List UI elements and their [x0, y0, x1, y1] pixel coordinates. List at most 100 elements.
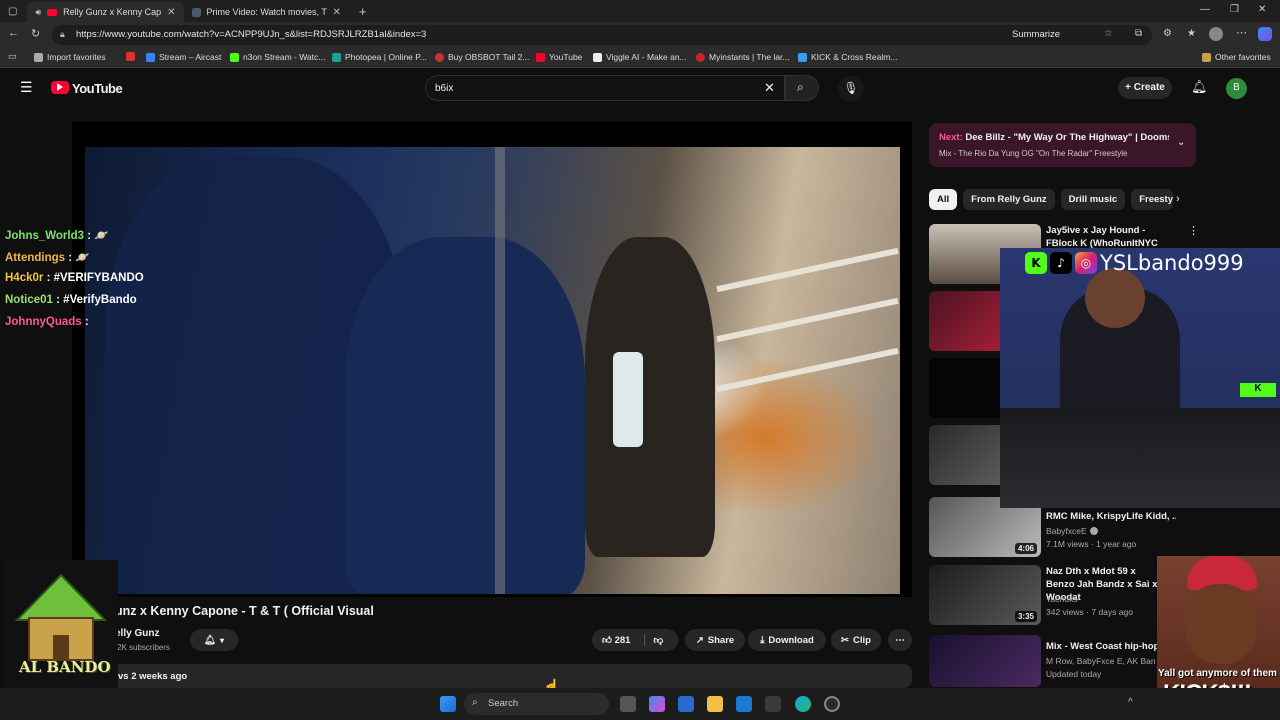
chips-next-icon[interactable]: ›	[1176, 193, 1180, 205]
more-icon: ⋯	[895, 634, 905, 646]
bookmark-item[interactable]: Import favorites	[34, 52, 106, 62]
chat-message: H4ck0r : #VERIFYBANDO	[5, 272, 144, 284]
maximize-icon[interactable]: ❐	[1230, 4, 1239, 15]
subscribed-bell-button[interactable]: 🔔︎ ▾	[190, 629, 238, 651]
system-tray-chevron-icon[interactable]: ^	[1128, 697, 1133, 708]
create-button[interactable]: + Create	[1118, 77, 1172, 99]
video-thumbnail[interactable]: 3:35	[929, 565, 1041, 625]
chevron-down-icon: ▾	[220, 635, 225, 645]
logo-text: AL BANDO	[19, 658, 111, 676]
youtube-logo-text[interactable]: YouTube	[72, 81, 123, 96]
bookmark-item[interactable]: KICK & Cross Realm...	[798, 52, 897, 62]
profile-icon[interactable]	[1209, 27, 1223, 41]
account-avatar[interactable]: B	[1226, 78, 1247, 99]
channel-name: M Row, BabyFxce E, AK Bandan	[1046, 656, 1156, 666]
video-stats: 342 views · 7 days ago	[1046, 607, 1133, 617]
outlook-icon[interactable]	[736, 696, 752, 712]
settings-icon[interactable]: ⚙	[1163, 28, 1172, 39]
download-button[interactable]: ⤓ Download	[748, 629, 826, 651]
bookmark-item[interactable]: Photopea | Online P...	[332, 52, 427, 62]
share-button[interactable]: ↗ Share	[685, 629, 745, 651]
bookmarks-bar: ▭ Import favorites Stream – Aircast n3on…	[0, 48, 1280, 68]
close-window-icon[interactable]: ✕	[1258, 4, 1266, 15]
windows-start-icon[interactable]	[440, 696, 456, 712]
channel-name[interactable]: BabyfxceE	[1046, 525, 1087, 538]
edge-icon[interactable]	[795, 696, 811, 712]
recommendation-title[interactable]: RMC Mike, KrispyLife Kidd, ...	[1046, 510, 1176, 523]
description-box[interactable]: vs 2 weeks ago	[74, 664, 912, 688]
search-icon: ⌕	[472, 697, 478, 708]
lock-icon[interactable]: 🔒︎	[60, 29, 65, 40]
back-icon[interactable]: ←	[8, 27, 19, 39]
search-button[interactable]: ⌕	[785, 75, 819, 101]
favicon-icon	[332, 52, 341, 62]
import-icon	[34, 52, 43, 62]
copilot-icon[interactable]	[1258, 27, 1272, 41]
mic-icon[interactable]: 🎙︎	[838, 76, 864, 102]
recommendation-title[interactable]: Mix - West Coast hip-hop	[1046, 640, 1166, 653]
chat-text: 🪐	[94, 230, 109, 242]
tab-actions-icon[interactable]: ▭	[8, 51, 17, 62]
chip-drill-music[interactable]: Drill music	[1060, 189, 1126, 210]
url-text: https://www.youtube.com/watch?v=ACNPP9UJ…	[76, 29, 427, 40]
tab-title: Relly Gunz x Kenny Capone	[63, 7, 162, 17]
task-view-icon[interactable]	[620, 696, 636, 712]
dislike-icon[interactable]: 👎︎	[644, 634, 663, 646]
chip-freestyle[interactable]: Freestyle	[1131, 189, 1174, 210]
more-vert-icon[interactable]: ⋮	[1188, 224, 1199, 237]
tank-top	[613, 352, 643, 447]
obs-icon[interactable]	[824, 696, 840, 712]
bookmark-item[interactable]: Myinstants | The lar...	[696, 52, 789, 62]
prime-favicon	[191, 7, 201, 17]
video-frame[interactable]	[85, 147, 900, 594]
notifications-bell-icon[interactable]: 🔔︎	[1191, 79, 1208, 95]
mix-thumbnail[interactable]	[929, 635, 1041, 687]
search-input[interactable]: b6ix ✕	[425, 75, 785, 101]
copilot-app-icon[interactable]	[649, 696, 665, 712]
up-next-subtitle: Mix - The Rio Da Yung OG "On The Radar" …	[939, 149, 1128, 158]
audio-icon[interactable]: 🔊︎	[35, 7, 41, 18]
clip-button[interactable]: ✂ Clip	[831, 629, 881, 651]
other-favorites[interactable]: Other favorites	[1202, 52, 1271, 62]
more-menu-icon[interactable]: ⋯	[1236, 26, 1247, 39]
like-button[interactable]: 👍︎ 281	[602, 634, 630, 646]
hamburger-menu-icon[interactable]: ☰	[20, 79, 33, 96]
chat-username: Johns_World3	[5, 230, 85, 242]
views-date: vs 2 weeks ago	[118, 671, 188, 682]
tab-prime-video[interactable]: Prime Video: Watch movies, TV sh ✕	[184, 2, 349, 22]
url-field[interactable]: 🔒︎ https://www.youtube.com/watch?v=ACNPP…	[52, 25, 1152, 45]
bookmark-item[interactable]: n3on Stream - Watc...	[230, 52, 325, 62]
bookmark-item[interactable]: Buy OBSBOT Tail 2...	[435, 52, 529, 62]
summarize-button[interactable]: Summarize	[1012, 29, 1060, 40]
metal-beam	[495, 147, 505, 594]
chevron-down-icon[interactable]: ⌄	[1177, 137, 1185, 148]
channel-name[interactable]: elly Gunz	[115, 628, 159, 639]
more-actions-button[interactable]: ⋯	[888, 629, 912, 651]
clear-search-icon[interactable]: ✕	[764, 80, 775, 96]
taskbar-search[interactable]: ⌕ Search	[464, 693, 609, 715]
channel-name[interactable]: Taenoks	[1046, 593, 1078, 606]
extensions-icon[interactable]: ⧉	[1135, 28, 1142, 39]
minimize-icon[interactable]: —	[1200, 4, 1210, 15]
refresh-icon[interactable]: ↻	[31, 27, 40, 40]
bell-icon: 🔔︎	[203, 634, 217, 646]
store-icon[interactable]	[678, 696, 694, 712]
bookmark-item[interactable]	[126, 52, 135, 61]
hooded-figure	[345, 237, 585, 594]
file-explorer-icon[interactable]	[707, 696, 723, 712]
photos-icon[interactable]	[765, 696, 781, 712]
new-tab-icon[interactable]: +	[359, 4, 367, 19]
close-tab-icon[interactable]: ✕	[167, 7, 175, 18]
collections-icon[interactable]: ★	[1187, 28, 1196, 39]
sidebar-toggle-icon[interactable]: ▢	[8, 6, 17, 17]
tab-title: Prime Video: Watch movies, TV sh	[206, 7, 327, 17]
chip-all[interactable]: All	[929, 189, 958, 210]
tab-youtube[interactable]: 🔊︎ Relly Gunz x Kenny Capone ✕	[27, 2, 184, 22]
bookmark-item[interactable]: Stream – Aircast	[146, 52, 221, 62]
bookmark-item[interactable]: YouTube	[536, 52, 582, 62]
favorite-star-icon[interactable]: ☆	[1104, 28, 1113, 39]
close-tab-icon[interactable]: ✕	[333, 7, 341, 18]
bookmark-item[interactable]: Viggle AI - Make an...	[593, 52, 687, 62]
up-next-banner[interactable]: Next: Dee Billz - "My Way Or The Highway…	[929, 123, 1196, 167]
chip-from-channel[interactable]: From Relly Gunz	[963, 189, 1055, 210]
